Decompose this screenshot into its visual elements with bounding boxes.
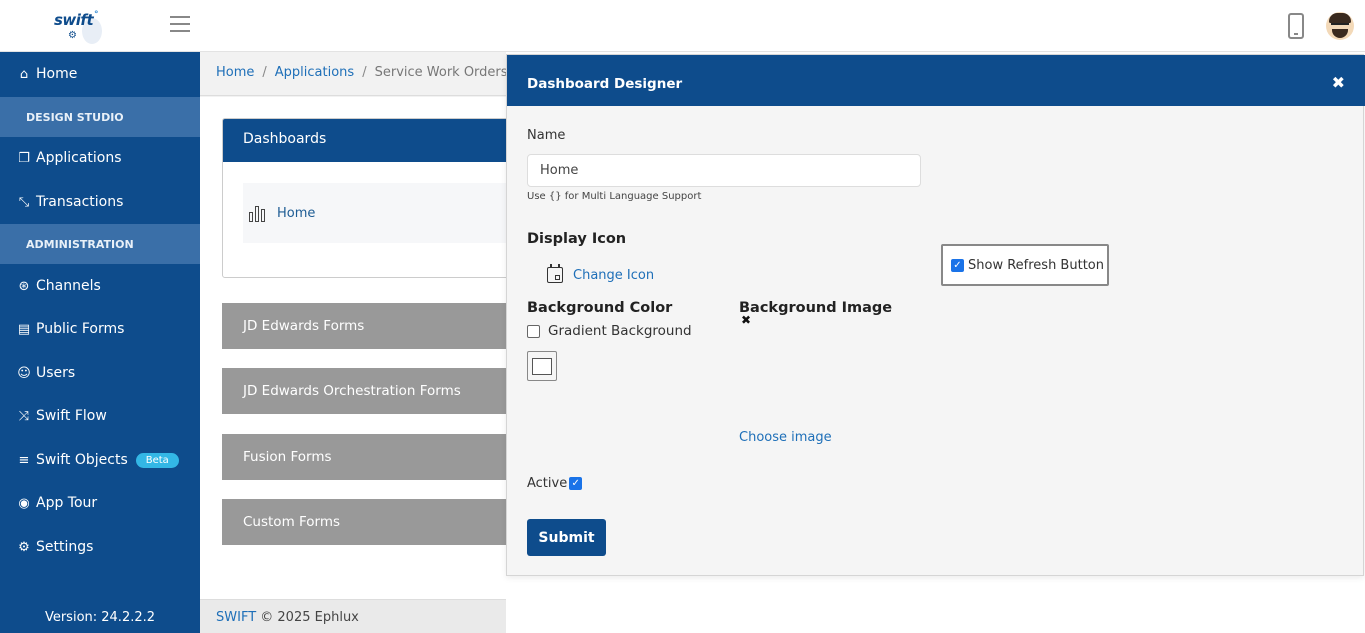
change-icon-link[interactable]: Change Icon (573, 268, 654, 283)
sidebar-item-home[interactable]: ⌂ Home (0, 54, 200, 94)
sidebar-item-label: Applications (36, 150, 122, 166)
compass-icon: ◉ (18, 495, 30, 511)
sidebar-item-label: App Tour (36, 495, 98, 511)
sidebar-item-swift-objects[interactable]: ≡ Swift Objects Beta (0, 440, 200, 480)
breadcrumb: Home / Applications / Service Work Orders (200, 52, 506, 96)
sidebar-item-app-tour[interactable]: ◉ App Tour (0, 483, 200, 523)
sidebar-item-settings[interactable]: ⚙ Settings (0, 527, 200, 567)
sidebar-item-swift-flow[interactable]: ⤨ Swift Flow (0, 396, 200, 436)
main-content: Home / Applications / Service Work Orders Da… (200, 52, 512, 633)
gradient-background-checkbox[interactable] (527, 324, 540, 338)
database-icon: ≡ (18, 452, 30, 468)
active-option: Active ✓ (527, 476, 586, 491)
footer-copyright: © 2025 Ephlux (256, 610, 359, 625)
background-color-heading: Background Color (527, 300, 673, 316)
sidebar-item-label: Transactions (36, 194, 124, 210)
jd-edwards-forms-section[interactable]: JD Edwards Forms (222, 303, 512, 349)
choose-image-link[interactable]: Choose image (739, 430, 832, 445)
name-label: Name (527, 128, 566, 143)
channels-icon: ⊛ (18, 278, 30, 294)
sidebar-item-label: Settings (36, 539, 94, 555)
applications-icon: ❐ (18, 150, 30, 166)
change-icon-button[interactable]: Change Icon (547, 264, 654, 283)
modal-header: Dashboard Designer (507, 55, 1365, 106)
version-label: Version: 24.2.2.2 (44, 610, 156, 625)
users-icon: ☺ (17, 365, 31, 381)
show-refresh-option: ✓ Show Refresh Button (941, 244, 1109, 286)
shuffle-icon: ⤨ (18, 408, 30, 424)
gradient-background-option: Gradient Background (527, 323, 692, 339)
sidebar-section-administration: ADMINISTRATION (0, 224, 200, 264)
active-checkbox[interactable]: ✓ (569, 477, 583, 490)
sidebar-item-label: Public Forms (36, 321, 125, 337)
sidebar-item-applications[interactable]: ❐ Applications (0, 138, 200, 178)
fusion-forms-section[interactable]: Fusion Forms (222, 434, 512, 480)
sidebar: ⌂ Home DESIGN STUDIO ❐ Applications ⤡ Tr… (0, 52, 200, 633)
mobile-phone-icon[interactable] (1288, 13, 1304, 39)
sidebar-section-design-studio: DESIGN STUDIO (0, 97, 200, 137)
background-image-heading: Background Image (739, 300, 893, 316)
logo-text: swift (54, 11, 94, 29)
active-label: Active (527, 476, 568, 491)
content-area: Dashboards Home JD Edwards Forms JD Edwa… (200, 97, 512, 599)
show-refresh-checkbox[interactable]: ✓ (951, 258, 964, 272)
show-refresh-label: Show Refresh Button (968, 257, 1104, 273)
logo-gear-icon: ⚙ (68, 30, 77, 41)
submit-button[interactable]: Submit (527, 519, 606, 556)
sidebar-item-channels[interactable]: ⊛ Channels (0, 266, 200, 306)
footer: SWIFT © 2025 Ephlux (200, 599, 506, 633)
color-picker-swatch[interactable] (527, 351, 557, 381)
transactions-icon: ⤡ (18, 194, 30, 210)
breadcrumb-current: Service Work Orders (374, 65, 506, 80)
top-bar: swift ° ⚙ (0, 0, 1365, 52)
remove-image-icon[interactable]: ✖ (741, 313, 751, 327)
close-icon[interactable]: ✖ (1332, 73, 1345, 92)
jd-edwards-orchestration-forms-section[interactable]: JD Edwards Orchestration Forms (222, 368, 512, 414)
name-hint: Use {} for Multi Language Support (527, 191, 702, 202)
display-icon-heading: Display Icon (527, 231, 627, 247)
dashboard-item-home[interactable]: Home (243, 183, 511, 243)
logo-mark: ° (94, 10, 99, 20)
public-forms-icon: ▤ (17, 321, 31, 337)
dashboard-designer-modal: Dashboard Designer ✖ Name Use {} for Mul… (506, 54, 1365, 576)
gear-icon: ⚙ (18, 539, 30, 555)
sidebar-item-transactions[interactable]: ⤡ Transactions (0, 182, 200, 222)
beta-badge: Beta (135, 452, 179, 468)
dashboards-title: Dashboards (223, 119, 511, 162)
breadcrumb-home[interactable]: Home (216, 65, 254, 80)
sidebar-item-users[interactable]: ☺ Users (0, 353, 200, 393)
dashboard-item-label: Home (277, 205, 316, 221)
sidebar-item-label: Swift Flow (36, 408, 107, 424)
sidebar-item-label: Swift Objects (36, 452, 128, 468)
bar-chart-icon (249, 204, 267, 222)
sidebar-item-public-forms[interactable]: ▤ Public Forms (0, 309, 200, 349)
gradient-background-label: Gradient Background (548, 323, 692, 339)
modal-title: Dashboard Designer (527, 76, 683, 92)
custom-forms-section[interactable]: Custom Forms (222, 499, 512, 545)
sidebar-item-label: Home (36, 66, 78, 82)
dashboards-card: Dashboards Home (222, 118, 512, 278)
sidebar-item-label: Users (36, 365, 76, 381)
swift-logo[interactable]: swift ° ⚙ (52, 6, 112, 46)
home-icon: ⌂ (19, 66, 29, 82)
name-input[interactable] (527, 154, 921, 187)
sidebar-item-label: Channels (36, 278, 101, 294)
footer-brand-link[interactable]: SWIFT (216, 610, 256, 625)
user-avatar[interactable] (1326, 12, 1354, 40)
breadcrumb-applications[interactable]: Applications (275, 65, 354, 80)
hamburger-icon[interactable] (170, 16, 190, 34)
calendar-icon (547, 264, 563, 283)
